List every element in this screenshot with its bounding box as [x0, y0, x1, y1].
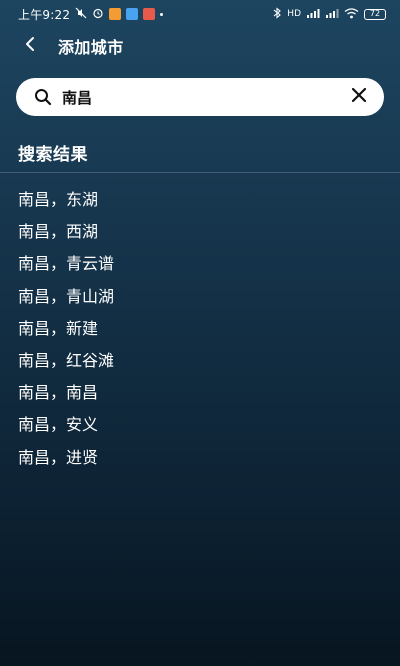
battery-icon: 72 — [364, 8, 386, 20]
search-bar[interactable] — [16, 78, 384, 116]
app-notification-icon — [109, 8, 122, 20]
page-title: 添加城市 — [58, 38, 124, 57]
more-notifications-icon — [160, 12, 164, 16]
result-item[interactable]: 南昌，南昌 — [0, 377, 400, 409]
cell-signal-icon — [325, 7, 339, 22]
result-item[interactable]: 南昌，红谷滩 — [0, 345, 400, 377]
network-type-label: HD — [287, 8, 301, 19]
mute-icon — [75, 7, 87, 22]
close-icon — [351, 87, 367, 107]
result-item[interactable]: 南昌，安义 — [0, 409, 400, 441]
divider — [0, 172, 400, 173]
bluetooth-icon — [272, 6, 282, 22]
status-left: 上午9:22 — [18, 6, 164, 23]
search-icon — [34, 88, 52, 106]
result-item[interactable]: 南昌，青云谱 — [0, 248, 400, 280]
header: 添加城市 — [0, 28, 400, 64]
status-time: 上午9:22 — [18, 7, 71, 22]
result-item[interactable]: 南昌，西湖 — [0, 216, 400, 248]
back-arrow-icon — [24, 36, 36, 56]
back-button[interactable] — [16, 32, 44, 60]
search-results-heading: 搜索结果 — [18, 145, 88, 165]
status-right: HD 72 — [272, 6, 386, 22]
result-item[interactable]: 南昌，青山湖 — [0, 281, 400, 313]
cell-signal-icon — [306, 7, 320, 22]
app-notification-icon — [143, 8, 156, 20]
results-list: 南昌，东湖 南昌，西湖 南昌，青云谱 南昌，青山湖 南昌，新建 南昌，红谷滩 南… — [0, 184, 400, 474]
result-item[interactable]: 南昌，进贤 — [0, 442, 400, 474]
clear-search-button[interactable] — [348, 86, 370, 108]
wifi-icon — [344, 7, 359, 22]
status-bar: 上午9:22 HD 72 — [0, 0, 400, 28]
app-notification-icon — [126, 8, 139, 20]
alarm-icon — [92, 7, 104, 22]
search-input[interactable] — [62, 88, 348, 106]
result-item[interactable]: 南昌，东湖 — [0, 184, 400, 216]
result-item[interactable]: 南昌，新建 — [0, 313, 400, 345]
